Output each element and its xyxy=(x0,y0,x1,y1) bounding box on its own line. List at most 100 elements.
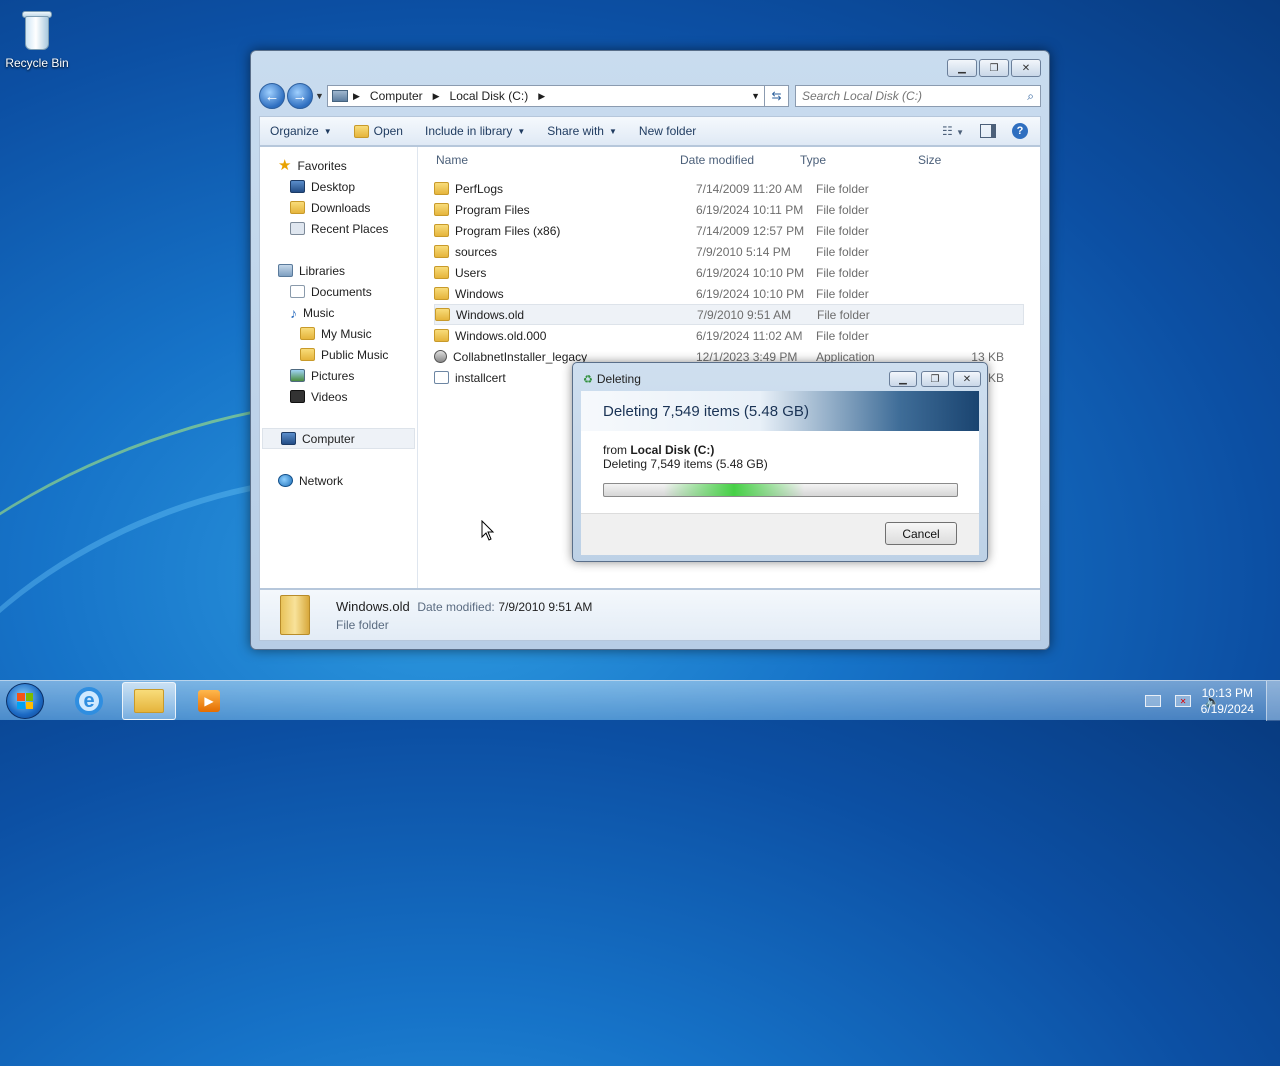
help-icon[interactable]: ? xyxy=(1012,123,1028,139)
close-button[interactable]: ✕ xyxy=(1011,59,1041,77)
new-folder-button[interactable]: New folder xyxy=(639,124,696,138)
file-row[interactable]: Program Files (x86) 7/14/2009 12:57 PM Fil… xyxy=(434,220,1024,241)
breadcrumb-separator-icon[interactable]: ▶ xyxy=(353,91,360,102)
show-desktop-button[interactable] xyxy=(1266,681,1280,721)
file-row[interactable]: Users 6/19/2024 10:10 PM File folder xyxy=(434,262,1024,283)
search-icon[interactable]: ⌕ xyxy=(1027,89,1034,104)
folder-icon xyxy=(434,287,449,300)
nav-favorites[interactable]: ★ Favorites xyxy=(260,155,417,176)
chevron-down-icon: ▼ xyxy=(608,126,617,136)
file-row[interactable]: Windows.old.000 6/19/2024 11:02 AM File fo… xyxy=(434,325,1024,346)
file-row[interactable]: PerfLogs 7/14/2009 11:20 AM File folder xyxy=(434,178,1024,199)
column-header-name[interactable]: Name xyxy=(418,153,680,167)
open-folder-icon xyxy=(353,124,369,138)
nav-downloads[interactable]: Downloads xyxy=(260,197,417,218)
breadcrumb-separator-icon[interactable]: ▶ xyxy=(433,91,440,102)
file-row[interactable]: sources 7/9/2010 5:14 PM File folder xyxy=(434,241,1024,262)
chevron-down-icon: ▼ xyxy=(323,126,332,136)
share-with-button[interactable]: Share with ▼ xyxy=(547,124,617,138)
include-in-library-button[interactable]: Include in library ▼ xyxy=(425,124,525,138)
address-dropdown-icon[interactable]: ▼ xyxy=(747,91,764,101)
refresh-button[interactable]: ⇆ xyxy=(765,85,789,107)
certificate-icon xyxy=(434,371,449,384)
search-input[interactable] xyxy=(802,89,1028,103)
application-icon xyxy=(434,350,447,363)
dialog-close-button[interactable]: ✕ xyxy=(953,371,981,387)
folder-icon xyxy=(435,308,450,321)
file-type: File folder xyxy=(816,202,869,217)
recent-pages-dropdown[interactable]: ▼ xyxy=(315,91,325,101)
network-warning-icon[interactable]: ✕ xyxy=(1175,695,1192,707)
nav-label: Videos xyxy=(311,389,348,404)
computer-icon xyxy=(281,432,296,445)
folder-icon xyxy=(434,329,449,342)
minimize-icon: ▁ xyxy=(899,373,907,385)
nav-videos[interactable]: Videos xyxy=(260,386,417,407)
start-button[interactable] xyxy=(6,683,44,719)
new-folder-label: New folder xyxy=(638,124,697,138)
breadcrumb-separator-icon[interactable]: ▶ xyxy=(538,91,545,102)
dialog-banner: Deleting 7,549 items (5.48 GB) xyxy=(581,391,979,431)
taskbar-windows-explorer[interactable] xyxy=(122,682,176,720)
file-row-selected[interactable]: Windows.old 7/9/2010 9:51 AM File folder xyxy=(434,304,1024,325)
downloads-folder-icon xyxy=(290,201,305,214)
file-row[interactable]: Windows 6/19/2024 10:10 PM File folder xyxy=(434,283,1024,304)
nav-desktop[interactable]: Desktop xyxy=(260,176,417,197)
nav-recent-places[interactable]: Recent Places xyxy=(260,218,417,239)
file-type: File folder xyxy=(817,307,870,322)
dialog-maximize-button[interactable]: ❐ xyxy=(921,371,949,387)
organize-button[interactable]: Organize ▼ xyxy=(270,124,332,138)
open-button[interactable]: Open xyxy=(353,124,403,138)
taskbar-media-player[interactable]: ▶ xyxy=(182,682,236,720)
file-row[interactable]: Program Files 6/19/2024 10:11 PM File fold… xyxy=(434,199,1024,220)
nav-my-music[interactable]: My Music xyxy=(260,323,417,344)
folder-icon xyxy=(434,182,449,195)
breadcrumb-local-disk[interactable]: Local Disk (C:) xyxy=(450,89,529,103)
cancel-button[interactable]: Cancel xyxy=(885,522,957,545)
clock[interactable]: 10:13 PM 6/19/2024 xyxy=(1201,685,1254,717)
maximize-button[interactable]: ❐ xyxy=(979,59,1009,77)
folder-icon xyxy=(434,266,449,279)
column-header-date-modified[interactable]: Date modified xyxy=(680,153,800,167)
nav-music[interactable]: ♪ Music xyxy=(260,302,417,323)
desktop-icon xyxy=(290,180,305,193)
deleting-dialog: ♻ Deleting ▁ ❐ ✕ Deleting 7,549 items (5… xyxy=(572,362,988,562)
column-header-type[interactable]: Type xyxy=(800,153,918,167)
breadcrumb-computer[interactable]: Computer xyxy=(370,89,423,103)
navigation-bar: ← → ▼ ▶ Computer ▶ Local Disk (C:) ▶ ▼ ⇆… xyxy=(259,83,1041,109)
details-date-value: 7/9/2010 9:51 AM xyxy=(498,599,593,614)
preview-pane-button[interactable] xyxy=(980,124,996,138)
search-box[interactable]: ⌕ xyxy=(795,85,1041,107)
from-value: Local Disk (C:) xyxy=(630,443,715,457)
keyboard-icon[interactable] xyxy=(1145,695,1162,707)
recycle-bin-desktop-icon[interactable]: Recycle Bin xyxy=(4,6,70,70)
view-options-button[interactable]: ☷ ▼ xyxy=(942,124,964,138)
address-bar[interactable]: ▶ Computer ▶ Local Disk (C:) ▶ ▼ xyxy=(327,85,765,107)
network-globe-icon xyxy=(278,474,293,487)
nav-public-music[interactable]: Public Music xyxy=(260,344,417,365)
column-header-size[interactable]: Size xyxy=(918,153,988,167)
details-name: Windows.old xyxy=(336,598,410,614)
file-name: Users xyxy=(455,265,487,280)
nav-computer[interactable]: Computer xyxy=(262,428,415,449)
computer-location-icon xyxy=(332,90,348,102)
back-button[interactable]: ← xyxy=(259,83,285,109)
file-date: 7/9/2010 9:51 AM xyxy=(697,307,792,322)
close-icon: ✕ xyxy=(1021,62,1031,74)
nav-pictures[interactable]: Pictures xyxy=(260,365,417,386)
nav-label: My Music xyxy=(321,326,372,341)
forward-button[interactable]: → xyxy=(287,83,313,109)
dialog-banner-text: Deleting 7,549 items (5.48 GB) xyxy=(603,402,809,420)
folder-icon xyxy=(434,203,449,216)
nav-network[interactable]: Network xyxy=(260,470,417,491)
videos-film-icon xyxy=(290,390,305,403)
refresh-icon: ⇆ xyxy=(771,89,782,103)
taskbar-internet-explorer[interactable]: e xyxy=(62,682,116,720)
back-arrow-icon: ← xyxy=(264,87,280,105)
nav-documents[interactable]: Documents xyxy=(260,281,417,302)
minimize-button[interactable]: ▁ xyxy=(947,59,977,77)
dialog-minimize-button[interactable]: ▁ xyxy=(889,371,917,387)
nav-libraries[interactable]: Libraries xyxy=(260,260,417,281)
nav-label: Libraries xyxy=(299,263,346,278)
file-date: 6/19/2024 10:10 PM xyxy=(696,265,805,280)
